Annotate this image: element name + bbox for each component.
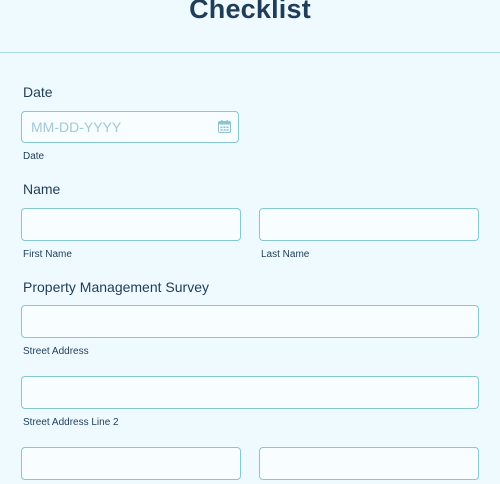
date-input[interactable]	[21, 111, 239, 143]
date-field-wrapper	[21, 111, 239, 143]
state-input[interactable]	[259, 447, 479, 480]
name-label: Name	[23, 181, 61, 197]
page-title: Checklist	[189, 0, 311, 24]
first-name-sublabel: First Name	[23, 249, 72, 260]
last-name-sublabel: Last Name	[261, 249, 310, 260]
date-sublabel: Date	[23, 151, 45, 162]
city-input[interactable]	[21, 447, 241, 480]
form-header: Checklist	[0, 0, 500, 53]
first-name-input[interactable]	[21, 208, 241, 241]
calendar-icon[interactable]	[218, 120, 231, 133]
street-address-line2-sublabel: Street Address Line 2	[23, 417, 119, 428]
survey-label: Property Management Survey	[23, 279, 209, 295]
date-label: Date	[23, 84, 53, 100]
street-address-sublabel: Street Address	[23, 346, 89, 357]
street-address-line2-input[interactable]	[21, 376, 479, 409]
street-address-input[interactable]	[21, 305, 479, 338]
last-name-input[interactable]	[259, 208, 479, 241]
